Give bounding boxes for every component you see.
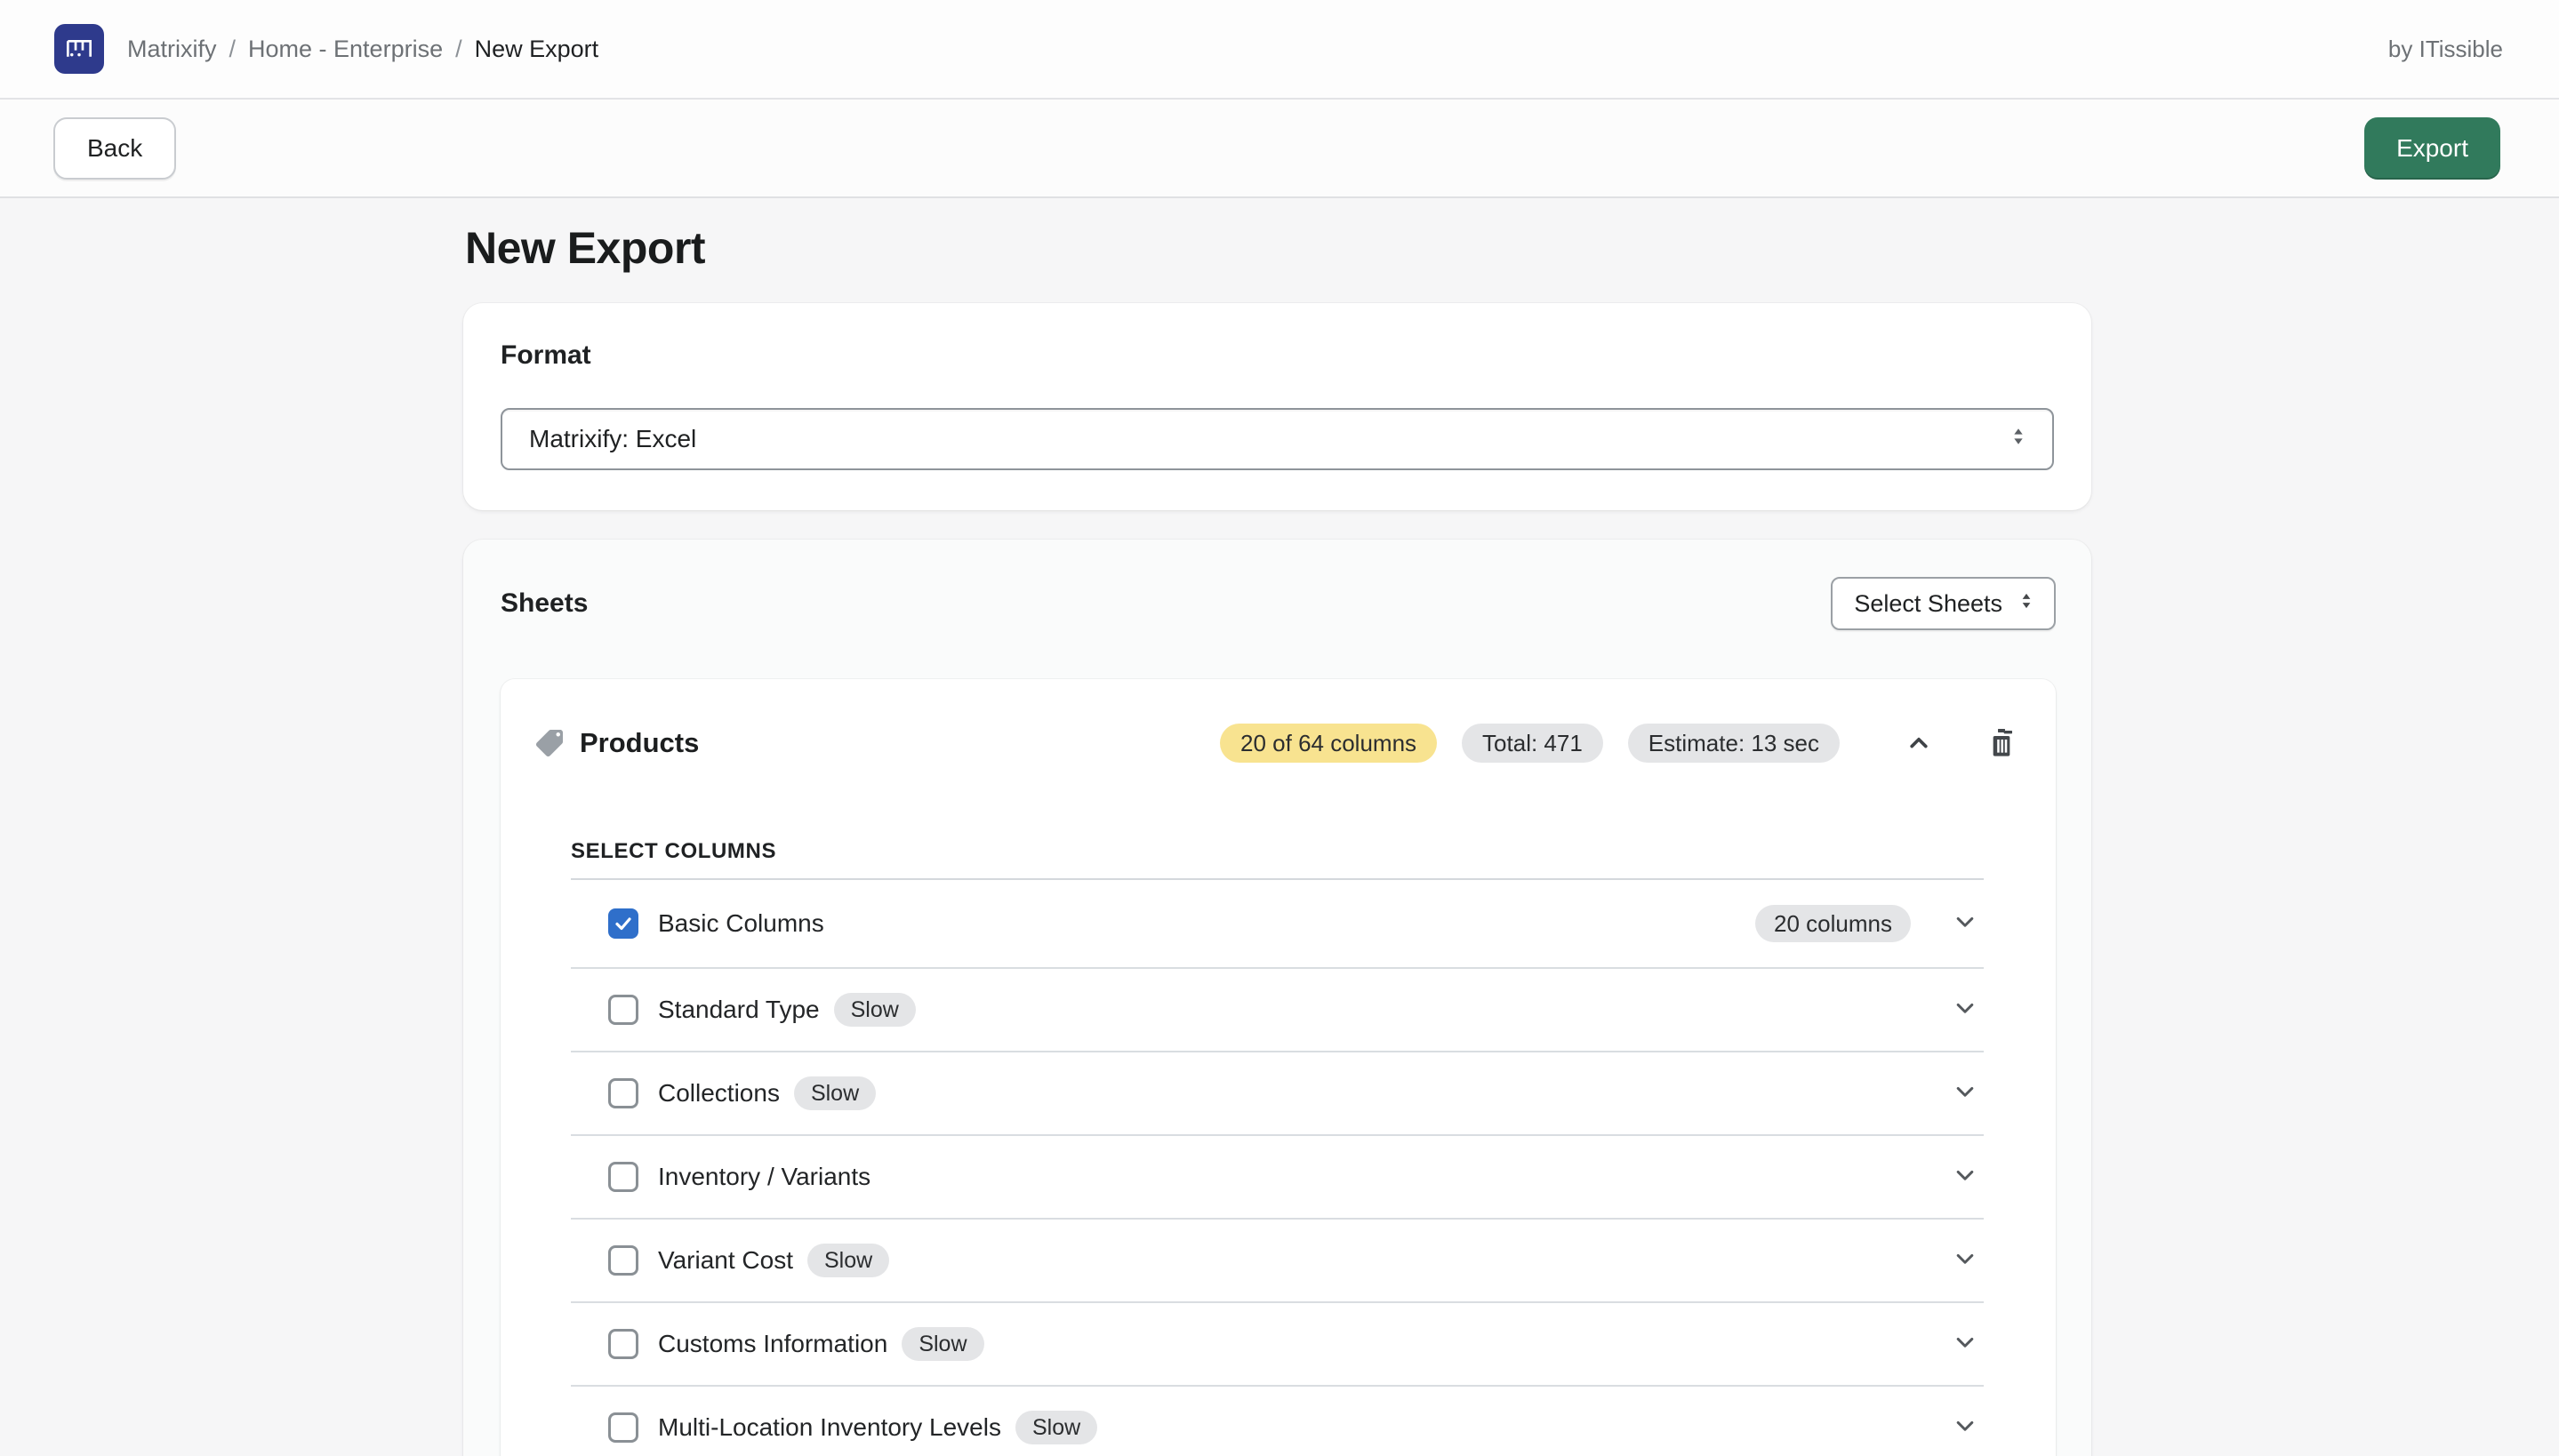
slow-badge: Slow [794, 1076, 876, 1110]
column-group-row[interactable]: Basic Columns 20 columns [571, 880, 1984, 969]
column-group-checkbox[interactable] [608, 1162, 638, 1192]
columns-selected-badge: 20 of 64 columns [1220, 724, 1437, 763]
main-content: New Export Format Matrixify: Excel Sheet… [0, 198, 2559, 1456]
format-card: Format Matrixify: Excel [463, 303, 2091, 510]
format-heading: Format [501, 340, 2054, 371]
app-byline: by ITissible [2388, 36, 2503, 63]
page-title: New Export [465, 222, 2559, 274]
total-badge: Total: 471 [1462, 724, 1603, 763]
sheets-heading: Sheets [501, 588, 588, 619]
slow-badge: Slow [902, 1327, 983, 1361]
select-updown-icon [2015, 589, 2038, 619]
back-button[interactable]: Back [53, 117, 176, 180]
column-group-label: Standard Type [658, 996, 820, 1024]
chevron-down-icon[interactable] [1950, 1327, 1980, 1362]
column-group-label: Variant Cost [658, 1246, 793, 1275]
chevron-down-icon[interactable] [1950, 1160, 1980, 1195]
column-group-label: Customs Information [658, 1330, 887, 1358]
products-sheet-card: Products 20 of 64 columns Total: 471 Est… [501, 679, 2056, 1456]
column-group-row[interactable]: Inventory / Variants [571, 1136, 1984, 1220]
column-group-checkbox[interactable] [608, 1412, 638, 1443]
select-sheets-label: Select Sheets [1854, 590, 2002, 618]
collapse-sheet-button[interactable] [1904, 728, 1934, 758]
column-group-label: Collections [658, 1079, 780, 1108]
chevron-down-icon[interactable] [1950, 1411, 1980, 1445]
slow-badge: Slow [807, 1244, 889, 1277]
column-group-checkbox[interactable] [608, 995, 638, 1025]
breadcrumb: Matrixify / Home - Enterprise / New Export [127, 36, 598, 63]
select-columns-label: SELECT COLUMNS [571, 839, 1984, 864]
chevron-down-icon[interactable] [1950, 907, 1980, 941]
column-group-checkbox[interactable] [608, 908, 638, 939]
chevron-down-icon[interactable] [1950, 1076, 1980, 1111]
column-group-label: Basic Columns [658, 909, 824, 938]
matrixify-logo-icon[interactable] [54, 24, 104, 74]
slow-badge: Slow [1015, 1411, 1097, 1444]
select-updown-icon [2006, 424, 2031, 455]
format-select[interactable]: Matrixify: Excel [501, 408, 2054, 470]
column-group-label: Inventory / Variants [658, 1163, 870, 1191]
estimate-badge: Estimate: 13 sec [1628, 724, 1840, 763]
breadcrumb-separator: / [455, 36, 462, 63]
export-button[interactable]: Export [2364, 117, 2500, 180]
select-columns-section: SELECT COLUMNS Basic Columns 20 columns … [571, 839, 1984, 1456]
breadcrumb-item[interactable]: Matrixify [127, 36, 217, 63]
columns-count-badge: 20 columns [1755, 905, 1911, 942]
column-group-row[interactable]: Standard Type Slow [571, 969, 1984, 1052]
delete-sheet-button[interactable] [1987, 727, 2016, 759]
slow-badge: Slow [834, 993, 916, 1027]
column-groups-list: Basic Columns 20 columns Standard Type S… [571, 880, 1984, 1456]
column-group-checkbox[interactable] [608, 1078, 638, 1108]
select-sheets-button[interactable]: Select Sheets [1831, 577, 2056, 630]
top-bar: Matrixify / Home - Enterprise / New Export b… [0, 0, 2559, 100]
column-group-row[interactable]: Multi-Location Inventory Levels Slow [571, 1387, 1984, 1456]
column-group-checkbox[interactable] [608, 1245, 638, 1276]
column-group-row[interactable]: Customs Information Slow [571, 1303, 1984, 1387]
column-group-label: Multi-Location Inventory Levels [658, 1413, 1001, 1442]
breadcrumb-separator: / [229, 36, 237, 63]
column-group-checkbox[interactable] [608, 1329, 638, 1359]
sheet-title: Products [580, 727, 699, 759]
action-bar: Back Export [0, 100, 2559, 198]
chevron-down-icon[interactable] [1950, 993, 1980, 1028]
sheets-card: Sheets Select Sheets [463, 540, 2091, 1456]
breadcrumb-item: New Export [475, 36, 599, 63]
breadcrumb-item[interactable]: Home - Enterprise [248, 36, 443, 63]
format-select-value: Matrixify: Excel [529, 425, 696, 453]
tag-icon [533, 727, 566, 759]
chevron-down-icon[interactable] [1950, 1244, 1980, 1278]
column-group-row[interactable]: Collections Slow [571, 1052, 1984, 1136]
column-group-row[interactable]: Variant Cost Slow [571, 1220, 1984, 1303]
